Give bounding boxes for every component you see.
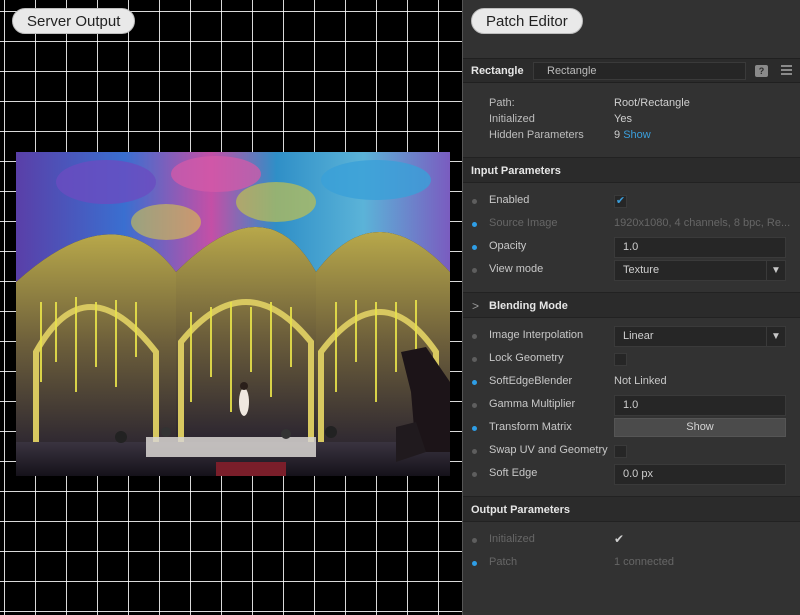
help-icon[interactable]: ? [755, 65, 768, 77]
check-icon: ✔ [614, 532, 625, 546]
chevron-right-icon[interactable]: > [472, 293, 479, 319]
soft-edge-blender-value: Not Linked [614, 375, 667, 387]
param-output-patch-label: Patch [489, 556, 518, 568]
node-type-label: Rectangle [471, 65, 524, 77]
param-source-image-label: Source Image [489, 217, 558, 229]
info-initialized-label: Initialized [489, 113, 535, 125]
param-opacity: Opacity 1.0 [463, 236, 800, 259]
param-output-initialized-label: Initialized [489, 533, 535, 545]
output-parameters-header[interactable]: Output Parameters [463, 496, 800, 522]
transform-matrix-show-button[interactable]: Show [614, 418, 786, 437]
param-soft-edge-label: Soft Edge [489, 467, 538, 479]
menu-icon[interactable] [781, 65, 792, 77]
param-view-mode-label: View mode [489, 263, 544, 275]
param-gamma-multiplier: Gamma Multiplier 1.0 [463, 394, 800, 417]
param-link-dot[interactable] [472, 245, 477, 250]
param-soft-edge: Soft Edge 0.0 px [463, 463, 800, 486]
info-initialized-value: Yes [614, 113, 632, 125]
info-hidden-params-label: Hidden Parameters [489, 129, 584, 141]
patch-editor-title: Patch Editor [471, 8, 583, 34]
param-link-dot[interactable] [472, 561, 477, 566]
param-link-dot[interactable] [472, 380, 477, 385]
param-link-dot[interactable] [472, 538, 477, 543]
param-link-dot[interactable] [472, 199, 477, 204]
source-image-info: 1920x1080, 4 channels, 8 bpc, Re... [614, 217, 791, 229]
info-path-value: Root/Rectangle [614, 97, 690, 109]
param-lock-geometry-label: Lock Geometry [489, 352, 564, 364]
param-transform-matrix: Transform Matrix Show [463, 417, 800, 440]
view-mode-select[interactable]: Texture ▼ [614, 260, 786, 281]
enabled-checkbox[interactable]: ✔ [614, 195, 627, 208]
param-transform-matrix-label: Transform Matrix [489, 421, 572, 433]
show-hidden-params-link[interactable]: Show [623, 129, 651, 141]
soft-edge-field[interactable]: 0.0 px [614, 464, 786, 485]
opacity-field[interactable]: 1.0 [614, 237, 786, 258]
param-swap-uv-label: Swap UV and Geometry [489, 444, 608, 456]
blending-mode-header[interactable]: > Blending Mode [463, 292, 800, 318]
param-link-dot[interactable] [472, 472, 477, 477]
param-soft-edge-blender-label: SoftEdgeBlender [489, 375, 573, 387]
param-link-dot[interactable] [472, 426, 477, 431]
server-output-title: Server Output [12, 8, 136, 34]
server-output-panel[interactable]: Server Output [0, 0, 462, 615]
param-enabled: Enabled ✔ [463, 190, 800, 213]
chevron-down-icon[interactable]: ▼ [766, 327, 785, 346]
param-soft-edge-blender: SoftEdgeBlender Not Linked [463, 371, 800, 394]
patch-editor-panel: Patch Editor Rectangle ? Path: Root/Rect… [463, 0, 800, 615]
param-link-dot[interactable] [472, 449, 477, 454]
param-link-dot[interactable] [472, 222, 477, 227]
param-link-dot[interactable] [472, 334, 477, 339]
node-name-input[interactable] [533, 62, 746, 80]
param-image-interpolation-label: Image Interpolation [489, 329, 584, 341]
chevron-down-icon[interactable]: ▼ [766, 261, 785, 280]
param-view-mode: View mode Texture ▼ [463, 259, 800, 282]
projection-preview-image [16, 152, 450, 476]
param-swap-uv: Swap UV and Geometry [463, 440, 800, 463]
param-output-initialized: Initialized ✔ [463, 529, 800, 552]
param-output-patch: Patch 1 connected [463, 552, 800, 575]
param-image-interpolation: Image Interpolation Linear ▼ [463, 325, 800, 348]
param-lock-geometry: Lock Geometry [463, 348, 800, 371]
param-opacity-label: Opacity [489, 240, 527, 252]
param-enabled-label: Enabled [489, 194, 530, 206]
input-parameters-header[interactable]: Input Parameters [463, 157, 800, 183]
image-interpolation-select[interactable]: Linear ▼ [614, 326, 786, 347]
blending-mode-title: Blending Mode [489, 300, 568, 312]
info-path-label: Path: [489, 97, 515, 109]
param-link-dot[interactable] [472, 268, 477, 273]
node-toolbar: Rectangle ? [463, 58, 800, 83]
view-mode-value: Texture [623, 264, 660, 276]
param-source-image: Source Image 1920x1080, 4 channels, 8 bp… [463, 213, 800, 236]
param-gamma-multiplier-label: Gamma Multiplier [489, 398, 576, 410]
param-link-dot[interactable] [472, 357, 477, 362]
lock-geometry-checkbox[interactable] [614, 353, 627, 366]
patch-connections-value: 1 connected [614, 556, 674, 568]
image-interpolation-value: Linear [623, 330, 654, 342]
param-link-dot[interactable] [472, 403, 477, 408]
gamma-multiplier-field[interactable]: 1.0 [614, 395, 786, 416]
hidden-params-count: 9 [614, 129, 621, 141]
swap-uv-checkbox[interactable] [614, 445, 627, 458]
